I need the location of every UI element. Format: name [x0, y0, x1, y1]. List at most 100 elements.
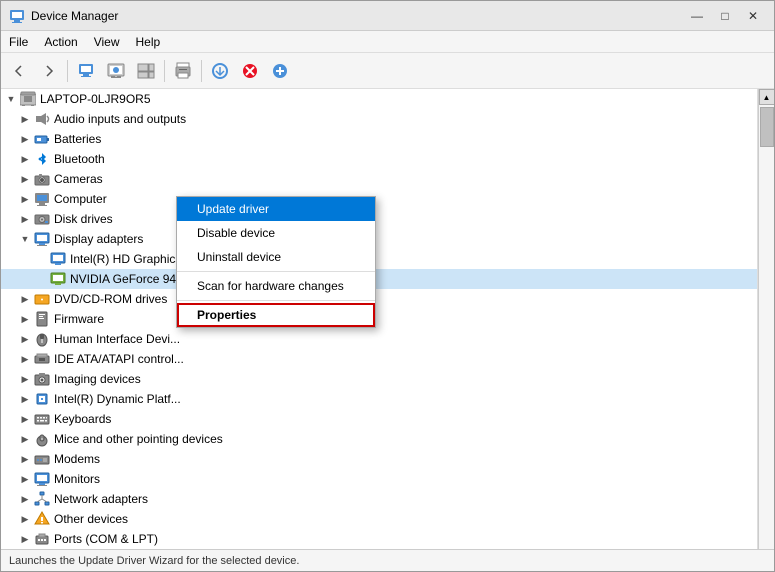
nvidia-gpu-icon — [49, 271, 67, 287]
firmware-icon — [33, 311, 51, 327]
intel-gpu-icon — [49, 251, 67, 267]
toolbar-forward[interactable] — [35, 57, 63, 85]
main-content: ▼ LAPTOP-0LJR9OR5 ▶ — [1, 89, 774, 549]
toolbar-back[interactable] — [5, 57, 33, 85]
imaging-label: Imaging devices — [54, 372, 141, 386]
display-expander[interactable]: ▼ — [17, 229, 33, 249]
batteries-expander[interactable]: ▶ — [17, 129, 33, 149]
disk-expander[interactable]: ▶ — [17, 209, 33, 229]
ports-expander[interactable]: ▶ — [17, 529, 33, 549]
tree-item-mice[interactable]: ▶ Mice and other pointing devices — [1, 429, 757, 449]
tree-item-ide[interactable]: ▶ IDE ATA/ATAPI control... — [1, 349, 757, 369]
tree-item-network[interactable]: ▶ Network adapters — [1, 489, 757, 509]
network-expander[interactable]: ▶ — [17, 489, 33, 509]
scrollbar[interactable]: ▲ — [758, 89, 774, 549]
ports-label: Ports (COM & LPT) — [54, 532, 158, 546]
monitors-icon — [33, 471, 51, 487]
tree-item-intel-gpu[interactable]: ▶ Intel(R) HD Graphics 620 — [1, 249, 757, 269]
toolbar-update[interactable] — [206, 57, 234, 85]
firmware-expander[interactable]: ▶ — [17, 309, 33, 329]
root-expander[interactable]: ▼ — [3, 89, 19, 109]
tree-item-audio[interactable]: ▶ Audio inputs and outputs — [1, 109, 757, 129]
toolbar-print[interactable] — [169, 57, 197, 85]
toolbar-properties[interactable] — [72, 57, 100, 85]
tree-item-cameras[interactable]: ▶ Cameras — [1, 169, 757, 189]
close-button[interactable]: ✕ — [740, 6, 766, 26]
keyboards-expander[interactable]: ▶ — [17, 409, 33, 429]
tree-item-modems[interactable]: ▶ Modems — [1, 449, 757, 469]
root-label: LAPTOP-0LJR9OR5 — [40, 92, 151, 106]
tree-root[interactable]: ▼ LAPTOP-0LJR9OR5 — [1, 89, 757, 109]
hid-expander[interactable]: ▶ — [17, 329, 33, 349]
tree-item-disk[interactable]: ▶ Disk drives — [1, 209, 757, 229]
ctx-update-driver[interactable]: Update driver — [177, 197, 375, 221]
cameras-label: Cameras — [54, 172, 103, 186]
batteries-label: Batteries — [54, 132, 101, 146]
tree-item-keyboards[interactable]: ▶ Keyboards — [1, 409, 757, 429]
computer-icon — [33, 191, 51, 207]
tree-item-ports[interactable]: ▶ Ports (COM & LPT) — [1, 529, 757, 549]
modems-label: Modems — [54, 452, 100, 466]
window-title: Device Manager — [31, 9, 684, 23]
root-icon — [19, 91, 37, 107]
bluetooth-expander[interactable]: ▶ — [17, 149, 33, 169]
ctx-disable-device[interactable]: Disable device — [177, 221, 375, 245]
tree-item-monitors[interactable]: ▶ Monitors — [1, 469, 757, 489]
ctx-uninstall-device[interactable]: Uninstall device — [177, 245, 375, 269]
firmware-label: Firmware — [54, 312, 104, 326]
tree-item-firmware[interactable]: ▶ Firmware — [1, 309, 757, 329]
monitors-expander[interactable]: ▶ — [17, 469, 33, 489]
device-manager-window: Device Manager — □ ✕ File Action View He… — [0, 0, 775, 572]
network-icon — [33, 491, 51, 507]
ctx-separator-2 — [177, 300, 375, 301]
dvd-icon — [33, 291, 51, 307]
modems-expander[interactable]: ▶ — [17, 449, 33, 469]
tree-item-hid[interactable]: ▶ Human Interface Devi... — [1, 329, 757, 349]
tree-item-bluetooth[interactable]: ▶ Bluetooth — [1, 149, 757, 169]
ctx-separator — [177, 271, 375, 272]
status-bar: Launches the Update Driver Wizard for th… — [1, 549, 774, 571]
ide-expander[interactable]: ▶ — [17, 349, 33, 369]
tree-item-intel-dynamic[interactable]: ▶ Intel(R) Dynamic Platf... — [1, 389, 757, 409]
computer-expander[interactable]: ▶ — [17, 189, 33, 209]
ide-label: IDE ATA/ATAPI control... — [54, 352, 184, 366]
cameras-expander[interactable]: ▶ — [17, 169, 33, 189]
ctx-properties[interactable]: Properties — [177, 303, 375, 327]
audio-label: Audio inputs and outputs — [54, 112, 186, 126]
menu-help[interactable]: Help — [128, 31, 169, 52]
display-icon — [33, 231, 51, 247]
maximize-button[interactable]: □ — [712, 6, 738, 26]
menu-file[interactable]: File — [1, 31, 36, 52]
tree-item-batteries[interactable]: ▶ Batteries — [1, 129, 757, 149]
other-expander[interactable]: ▶ — [17, 509, 33, 529]
toolbar-add[interactable] — [266, 57, 294, 85]
mice-expander[interactable]: ▶ — [17, 429, 33, 449]
window-icon — [9, 8, 25, 24]
tree-item-dvd[interactable]: ▶ DVD/CD-ROM drives — [1, 289, 757, 309]
scrollbar-thumb[interactable] — [760, 107, 774, 147]
imaging-expander[interactable]: ▶ — [17, 369, 33, 389]
bluetooth-label: Bluetooth — [54, 152, 105, 166]
toolbar-sep-2 — [164, 60, 165, 82]
audio-expander[interactable]: ▶ — [17, 109, 33, 129]
scrollbar-up[interactable]: ▲ — [759, 89, 775, 105]
toolbar-scan[interactable] — [102, 57, 130, 85]
toolbar-view[interactable] — [132, 57, 160, 85]
minimize-button[interactable]: — — [684, 6, 710, 26]
tree-item-display[interactable]: ▼ Display adapters — [1, 229, 757, 249]
title-bar: Device Manager — □ ✕ — [1, 1, 774, 31]
menu-action[interactable]: Action — [36, 31, 85, 52]
intel-dynamic-expander[interactable]: ▶ — [17, 389, 33, 409]
tree-item-nvidia-gpu[interactable]: ▶ NVIDIA GeForce 940MX — [1, 269, 757, 289]
dvd-expander[interactable]: ▶ — [17, 289, 33, 309]
menu-view[interactable]: View — [86, 31, 128, 52]
hid-label: Human Interface Devi... — [54, 332, 180, 346]
mice-icon — [33, 431, 51, 447]
tree-panel[interactable]: ▼ LAPTOP-0LJR9OR5 ▶ — [1, 89, 758, 549]
ctx-scan-hardware[interactable]: Scan for hardware changes — [177, 274, 375, 298]
tree-item-other[interactable]: ▶ Other devices — [1, 509, 757, 529]
tree-item-imaging[interactable]: ▶ Imaging devices — [1, 369, 757, 389]
toolbar-remove[interactable] — [236, 57, 264, 85]
menu-bar: File Action View Help — [1, 31, 774, 53]
tree-item-computer[interactable]: ▶ Computer — [1, 189, 757, 209]
